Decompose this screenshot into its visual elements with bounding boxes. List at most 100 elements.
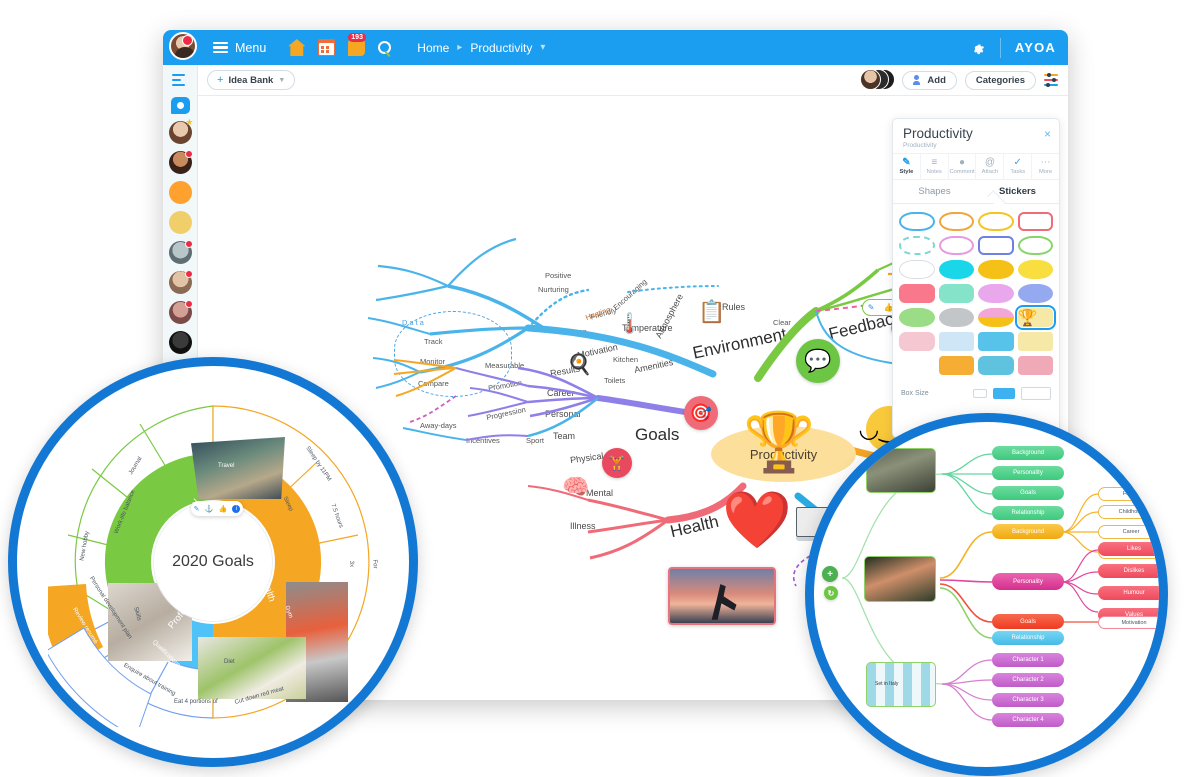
- tree-node-goals-1[interactable]: Goals: [992, 486, 1064, 500]
- goals-target-icon[interactable]: 🎯: [684, 396, 718, 430]
- tab-attach[interactable]: @ Attach: [976, 154, 1005, 179]
- box-size-small[interactable]: [973, 389, 987, 398]
- tree-node-family[interactable]: Family: [1098, 487, 1159, 501]
- ring-eat-4-portions[interactable]: Eat 4 portions of: [174, 699, 218, 705]
- tree-node-character-3[interactable]: Character 3: [992, 693, 1064, 707]
- sticker[interactable]: [938, 236, 974, 255]
- yoga-photo[interactable]: [668, 567, 776, 625]
- calendar-icon[interactable]: [318, 39, 336, 56]
- tree-node-likes[interactable]: Likes: [1098, 542, 1159, 556]
- search-icon[interactable]: [378, 41, 392, 54]
- thumbsup-icon[interactable]: 👍: [219, 505, 228, 513]
- tree-node-childhood[interactable]: Childhood: [1098, 505, 1159, 519]
- sticker[interactable]: [938, 212, 974, 231]
- sticker[interactable]: [978, 212, 1014, 231]
- ring-3x[interactable]: 3x: [348, 561, 354, 568]
- sidebar-item-list-view[interactable]: [170, 70, 190, 90]
- chevron-down-icon[interactable]: ▾: [540, 42, 545, 53]
- sticker[interactable]: [978, 308, 1014, 327]
- sidebar-item-avatar-2[interactable]: [168, 150, 193, 174]
- info-icon[interactable]: i: [232, 504, 241, 513]
- add-node-handle[interactable]: +: [822, 566, 838, 582]
- sticker[interactable]: [938, 356, 974, 375]
- person-photo[interactable]: [864, 556, 936, 602]
- feedback-node-icon[interactable]: 💬: [796, 339, 840, 383]
- tab-notes[interactable]: ≡ Notes: [921, 154, 949, 179]
- sunburst-node-toolbar[interactable]: ✎ ⚓ 👍 i: [191, 501, 243, 516]
- sidebar-item-avatar-4[interactable]: [168, 211, 192, 234]
- ring-diet[interactable]: Diet: [224, 659, 235, 665]
- tree-node-background-1[interactable]: Background: [992, 446, 1064, 460]
- sticker[interactable]: [1017, 356, 1053, 375]
- physical-dumbbell-icon[interactable]: 🏋: [602, 448, 632, 478]
- categories-button[interactable]: Categories: [964, 70, 1036, 90]
- filter-sliders-icon[interactable]: [1044, 73, 1058, 87]
- home-icon[interactable]: [288, 39, 306, 56]
- sticker[interactable]: [899, 260, 935, 279]
- tree-node-motivation[interactable]: Motivation: [1098, 616, 1159, 629]
- sticker[interactable]: [899, 332, 935, 351]
- sticker[interactable]: [1017, 284, 1053, 303]
- box-size-medium[interactable]: [993, 388, 1015, 399]
- tree-node-humour[interactable]: Humour: [1098, 586, 1159, 600]
- sticker[interactable]: [978, 284, 1014, 303]
- subtab-shapes[interactable]: Shapes: [893, 186, 976, 203]
- tab-comment[interactable]: ● Comment: [949, 154, 977, 179]
- sticker[interactable]: [938, 308, 974, 327]
- refresh-node-handle[interactable]: ↻: [824, 586, 838, 600]
- gear-icon[interactable]: [970, 40, 986, 56]
- close-icon[interactable]: ×: [1044, 127, 1051, 141]
- tree-node-relationship-2[interactable]: Relationship: [992, 631, 1064, 645]
- sticker[interactable]: [938, 332, 974, 351]
- tree-node-personality-1[interactable]: Personality: [992, 466, 1064, 480]
- tree-node-background-2[interactable]: Background: [992, 524, 1064, 539]
- group-photo[interactable]: Set in Italy: [866, 662, 936, 707]
- sticker[interactable]: [938, 260, 974, 279]
- tab-more[interactable]: ⋯ More: [1032, 154, 1059, 179]
- diet-photo[interactable]: [198, 637, 306, 699]
- sticker[interactable]: [1017, 260, 1053, 279]
- sticker[interactable]: [978, 236, 1014, 255]
- tree-node-character-1[interactable]: Character 1: [992, 653, 1064, 667]
- tree-node-goals-2[interactable]: Goals: [992, 614, 1064, 629]
- sticker[interactable]: [899, 284, 935, 303]
- avatar[interactable]: [169, 32, 197, 60]
- breadcrumb-current[interactable]: Productivity: [470, 41, 532, 55]
- user-avatar-container[interactable]: [163, 30, 201, 65]
- sidebar-item-chat[interactable]: [170, 97, 190, 114]
- chat-icon[interactable]: 193: [348, 33, 366, 56]
- anchor-icon[interactable]: ⚓: [205, 505, 214, 513]
- sidebar-item-avatar-3[interactable]: [168, 181, 192, 204]
- subtab-stickers[interactable]: Stickers: [976, 186, 1059, 203]
- add-user-button[interactable]: Add: [902, 70, 957, 90]
- sticker[interactable]: [899, 212, 935, 231]
- sidebar-item-avatar-1[interactable]: ★: [168, 118, 194, 144]
- tab-tasks[interactable]: ✓ Tasks: [1004, 154, 1033, 179]
- box-size-large[interactable]: [1021, 387, 1051, 400]
- sticker-selected[interactable]: 🏆: [1014, 305, 1056, 330]
- collaborator-avatars[interactable]: [860, 69, 896, 91]
- sticker[interactable]: [899, 236, 935, 255]
- tree-node-personality-2[interactable]: Personality: [992, 573, 1064, 590]
- sidebar-item-avatar-6[interactable]: [168, 270, 193, 294]
- tree-node-career[interactable]: Career: [1098, 525, 1159, 539]
- menu-button[interactable]: Menu: [201, 30, 278, 65]
- sticker[interactable]: [899, 308, 935, 327]
- pencil-icon[interactable]: ✎: [868, 303, 875, 312]
- idea-bank-button[interactable]: + Idea Bank ▼: [207, 70, 296, 90]
- travel-photo[interactable]: [191, 437, 285, 499]
- cat-photo[interactable]: [866, 448, 936, 493]
- sticker[interactable]: [1017, 332, 1053, 351]
- sidebar-item-avatar-5[interactable]: [168, 240, 193, 264]
- ring-travel[interactable]: Travel: [218, 463, 234, 469]
- sticker[interactable]: [1017, 212, 1053, 231]
- tree-node-character-2[interactable]: Character 2: [992, 673, 1064, 687]
- tree-node-dislikes[interactable]: Dislikes: [1098, 564, 1159, 578]
- sidebar-item-avatar-7[interactable]: [168, 300, 193, 324]
- pencil-icon[interactable]: ✎: [194, 505, 200, 513]
- ring-for[interactable]: For: [371, 559, 378, 568]
- sticker[interactable]: [978, 260, 1014, 279]
- sidebar-item-avatar-8[interactable]: [168, 331, 192, 354]
- sticker[interactable]: [978, 332, 1014, 351]
- tree-node-character-4[interactable]: Character 4: [992, 713, 1064, 727]
